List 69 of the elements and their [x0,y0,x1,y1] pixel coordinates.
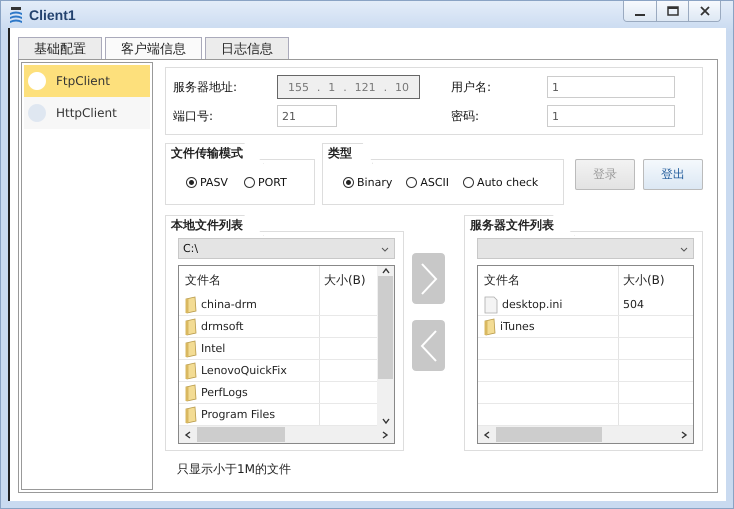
field-label: 服务器地址: [173,78,238,96]
minimize-button[interactable] [624,1,656,21]
vertical-scrollbar[interactable] [377,266,394,426]
tab[interactable]: 客户端信息 [105,37,202,59]
file-row[interactable]: LenovoQuickFix [179,360,377,382]
folder-icon [185,406,197,424]
file-row[interactable]: PerfLogs [179,382,377,404]
group-title: 本地文件列表 [165,215,264,236]
group-title: 文件传输模式 [165,143,264,164]
column-header: 文件名 [483,272,521,288]
folder-icon [185,340,197,358]
close-button[interactable] [688,1,720,21]
file-name: desktop.ini [502,298,562,311]
radio-option[interactable]: Binary [343,176,392,188]
column-header: 大小(B) [618,266,693,294]
file-name: PerfLogs [201,386,248,399]
maximize-icon [666,6,678,16]
sidebar-item[interactable]: HttpClient [24,97,150,129]
path-dropdown[interactable]: C:\ [178,238,395,259]
tab[interactable]: 日志信息 [205,37,289,59]
group-title: 类型 [322,143,373,164]
file-row[interactable]: iTunes [478,316,693,338]
radio-option[interactable]: ASCII [406,176,450,188]
chevron-icon[interactable] [679,430,689,440]
file-row[interactable]: drmsoft [179,316,377,338]
ip-address-field[interactable]: 155 . 1 . 121 . 10 [277,75,420,99]
folder-icon [484,318,496,336]
file-name: iTunes [500,320,535,333]
maximize-button[interactable] [656,1,688,21]
file-row[interactable]: china-drm [179,294,377,316]
password-field[interactable]: 1 [547,105,675,127]
file-name: drmsoft [201,320,244,333]
file-name: LenovoQuickFix [201,364,287,377]
chevron-icon[interactable] [380,266,390,276]
file-row[interactable]: Intel [179,338,377,360]
chevron-icon[interactable] [482,430,492,440]
chevron-icon[interactable] [183,430,193,440]
field-label: 端口号: [173,108,214,124]
field-label: 密码: [451,108,480,124]
radio-option[interactable]: PORT [244,176,287,188]
file-row[interactable]: desktop.ini 504 [478,294,693,316]
file-icon [484,296,498,314]
app-icon [7,6,25,24]
chevron-icon [418,262,438,296]
file-size: 504 [623,298,644,311]
column-header: 文件名 [184,272,222,288]
username-field[interactable]: 1 [547,76,675,98]
tab[interactable]: 基础配置 [18,37,102,59]
close-icon [698,6,710,16]
file-name: Program Files [201,408,276,421]
hint-text: 只显示小于1M的文件 [176,461,292,478]
action-button[interactable]: 登出 [643,158,703,190]
radio-option[interactable]: Auto check [463,176,538,188]
sidebar-item[interactable]: FtpClient [24,65,150,97]
field-label: 用户名: [451,78,492,96]
folder-icon [185,318,197,336]
window-title: Client1 [29,6,77,22]
minimize-icon [635,14,645,16]
horizontal-scrollbar[interactable] [478,426,693,443]
folder-icon [185,362,197,380]
file-name: Intel [201,342,226,355]
group-title: 服务器文件列表 [464,215,575,236]
chevron-icon [418,328,438,362]
folder-icon [185,296,197,314]
port-field[interactable]: 21 [277,105,337,127]
file-name: china-drm [201,298,257,311]
folder-icon [185,384,197,402]
horizontal-scrollbar[interactable] [179,426,394,443]
radio-option[interactable]: PASV [186,176,228,188]
